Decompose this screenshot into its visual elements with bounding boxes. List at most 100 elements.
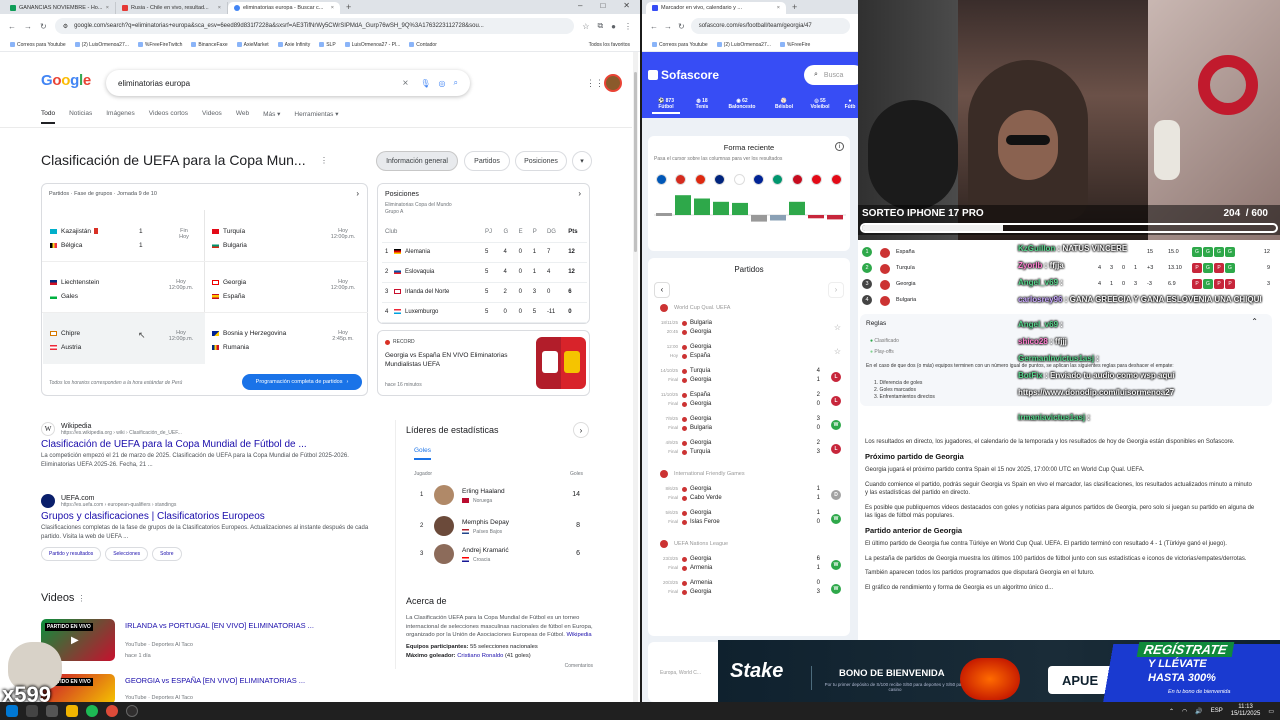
- full-schedule-button[interactable]: Programación completa de partidos ›: [242, 374, 362, 390]
- match-turquia-bulgaria[interactable]: Turquía Bulgaria Hoy 12:00p.m.: [212, 224, 362, 252]
- info-icon[interactable]: i: [835, 142, 844, 151]
- notifications-icon[interactable]: ▭: [1268, 708, 1274, 715]
- form-bar[interactable]: [675, 195, 691, 215]
- result-title-link[interactable]: Clasificación de UEFA para la Copa Mundi…: [41, 439, 371, 450]
- form-bar[interactable]: [827, 215, 843, 220]
- pill-partidos[interactable]: Partidos: [464, 151, 510, 171]
- match-row[interactable]: 14/10/25 Final Turquía Georgia 4 1 L: [656, 368, 844, 390]
- sitelink-chip[interactable]: Selecciones: [105, 547, 149, 561]
- more-options-icon[interactable]: ⋮: [320, 156, 328, 165]
- bookmark[interactable]: %FreeFire: [779, 42, 810, 48]
- search-icon[interactable]: ⌕: [454, 78, 458, 88]
- result-title-link[interactable]: Grupos y clasificaciones | Clasificatori…: [41, 511, 371, 522]
- sofascore-search-input[interactable]: ⌕ Busca: [804, 65, 858, 85]
- video-title-link[interactable]: GEORGIA vs ESPAÑA [EN VIVO] ELIMINATORIA…: [125, 676, 305, 685]
- standings-title[interactable]: Posiciones: [385, 191, 419, 198]
- league-header[interactable]: International Friendly Games: [660, 470, 745, 478]
- minimize-icon[interactable]: –: [578, 1, 582, 14]
- form-bar[interactable]: [808, 215, 824, 219]
- reload-icon[interactable]: ↻: [40, 22, 47, 31]
- url-field[interactable]: sofascore.com/es/football/team/georgia/4…: [690, 18, 850, 34]
- browser-tab-rusia[interactable]: Rusia - Chile en vivo, resultad... ×: [116, 2, 228, 14]
- chevron-right-icon[interactable]: ›: [356, 189, 359, 198]
- language-indicator[interactable]: ESP: [1211, 708, 1223, 714]
- sofascore-logo[interactable]: Sofascore: [648, 68, 719, 82]
- sport-tab-futbol-americano[interactable]: ● Fútb: [842, 98, 858, 110]
- obs-icon[interactable]: [126, 705, 138, 717]
- wifi-icon[interactable]: ◠: [1182, 708, 1187, 715]
- form-bar[interactable]: [694, 198, 710, 216]
- search-icon[interactable]: [26, 705, 38, 717]
- tab-imagenes[interactable]: Imágenes: [106, 110, 135, 124]
- tray-chevron-icon[interactable]: ⌃: [1169, 708, 1174, 715]
- table-row[interactable]: 1 Alemania 5 4 0 1 7 12: [382, 242, 587, 263]
- bookmark[interactable]: SLP: [319, 42, 336, 48]
- prev-page-button[interactable]: ‹: [654, 282, 670, 298]
- file-explorer-icon[interactable]: [66, 705, 78, 717]
- browser-tab-google[interactable]: eliminatorias europa - Buscar c... ×: [228, 2, 340, 14]
- tab-mas[interactable]: Más ▾: [263, 110, 280, 124]
- maximize-icon[interactable]: □: [600, 1, 605, 14]
- sport-tab-voleibol[interactable]: ◎ 55 Voleibol: [806, 98, 834, 110]
- clock[interactable]: 11:13 15/11/2025: [1231, 704, 1261, 718]
- forward-icon[interactable]: →: [664, 22, 672, 31]
- reload-icon[interactable]: ↻: [678, 22, 685, 31]
- clear-icon[interactable]: ×: [403, 78, 409, 89]
- match-row[interactable]: 7/9/25 Final Georgia Bulgaria 3 0 W: [656, 416, 844, 438]
- extensions-icon[interactable]: ⧉: [597, 21, 603, 31]
- task-view-icon[interactable]: [46, 705, 58, 717]
- bookmark-star-icon[interactable]: ☆: [582, 22, 589, 31]
- tab-goles[interactable]: Goles: [414, 447, 431, 460]
- new-tab-icon[interactable]: +: [346, 2, 351, 14]
- match-georgia-espana[interactable]: Georgia España Hoy 12:00p.m.: [212, 275, 362, 303]
- form-bar[interactable]: [770, 215, 786, 221]
- windows-start-icon[interactable]: [6, 705, 18, 717]
- bookmark[interactable]: LuisOrmenoa27 - Pl...: [344, 42, 400, 48]
- favorite-star-icon[interactable]: ☆: [834, 347, 841, 356]
- tab-todo[interactable]: Todo: [41, 110, 56, 124]
- table-row[interactable]: 2 Eslovaquia 5 4 0 1 4 12: [382, 262, 587, 283]
- pill-posiciones[interactable]: Posiciones: [515, 151, 567, 171]
- favorite-star-icon[interactable]: ☆: [834, 323, 841, 332]
- sport-tab-beisbol[interactable]: ⚾ Béisbol: [770, 98, 798, 110]
- volume-icon[interactable]: 🔊: [1195, 708, 1202, 715]
- close-tab-icon[interactable]: ×: [106, 5, 109, 11]
- match-row[interactable]: 12:00 Hoy Georgia España ☆: [656, 344, 844, 366]
- comments-link[interactable]: Comentarios: [406, 663, 593, 669]
- site-info-icon[interactable]: ⚙: [63, 23, 68, 30]
- league-header[interactable]: UEFA Nations League: [660, 540, 728, 548]
- google-logo[interactable]: Google: [41, 72, 91, 89]
- match-row[interactable]: 8/6/25 Final Georgia Cabo Verde 1 1 D: [656, 486, 844, 508]
- league-header[interactable]: World Cup Qual. UEFA: [660, 304, 730, 312]
- bookmark[interactable]: AxieMarket: [236, 42, 269, 48]
- url-field[interactable]: ⚙ google.com/search?q=eliminatorias+europ…: [54, 18, 575, 34]
- bookmark[interactable]: Contador: [409, 42, 437, 48]
- close-tab-icon[interactable]: ×: [218, 5, 221, 11]
- form-bar[interactable]: [656, 213, 672, 216]
- close-tab-icon[interactable]: ×: [777, 5, 780, 11]
- search-input[interactable]: eliminatorias europa × 🎙 ◎ ⌕: [106, 70, 470, 96]
- sitelink-chip[interactable]: Partido y resultados: [41, 547, 102, 561]
- match-row[interactable]: 20/3/25 Final Armenia Georgia 0 3 W: [656, 580, 844, 602]
- all-bookmarks[interactable]: Todos los favoritos: [589, 42, 630, 48]
- bookmark[interactable]: BinanceFaxe: [191, 42, 228, 48]
- match-bosnia-rumania[interactable]: Bosnia y Herzegovina Rumania Hoy 2:45p.m.: [212, 326, 362, 354]
- chevron-right-icon[interactable]: ›: [578, 189, 581, 198]
- back-icon[interactable]: ←: [650, 22, 658, 31]
- form-bar[interactable]: [751, 215, 767, 222]
- close-tab-icon[interactable]: ×: [331, 5, 334, 11]
- match-row[interactable]: 5/6/25 Final Georgia Islas Feroe 1 0 W: [656, 510, 844, 532]
- next-page-button[interactable]: ›: [828, 282, 844, 298]
- bookmark[interactable]: (2) LuisOrmenoa27...: [716, 42, 771, 48]
- bookmark[interactable]: Correos para Youtube: [652, 42, 708, 48]
- form-bar-chart[interactable]: [654, 191, 846, 247]
- chevron-right-icon[interactable]: ›: [573, 422, 589, 438]
- match-row[interactable]: 11/10/25 Final España Georgia 2 0 L: [656, 392, 844, 414]
- match-chipre-austria[interactable]: Chipre Austria Hoy 12:00p.m. ↖: [50, 326, 200, 354]
- match-row[interactable]: 4/9/25 Final Georgia Turquía 2 3 L: [656, 440, 844, 462]
- new-tab-icon[interactable]: +: [792, 2, 797, 14]
- leader-row[interactable]: 1 Erling Haaland Noruega 14: [420, 485, 590, 509]
- form-bar[interactable]: [732, 202, 748, 215]
- match-row[interactable]: 18/11/25 20:45 Bulgaria Georgia ☆: [656, 320, 844, 342]
- browser-tab-sofascore[interactable]: Marcador en vivo, calendario y ... ×: [646, 2, 786, 14]
